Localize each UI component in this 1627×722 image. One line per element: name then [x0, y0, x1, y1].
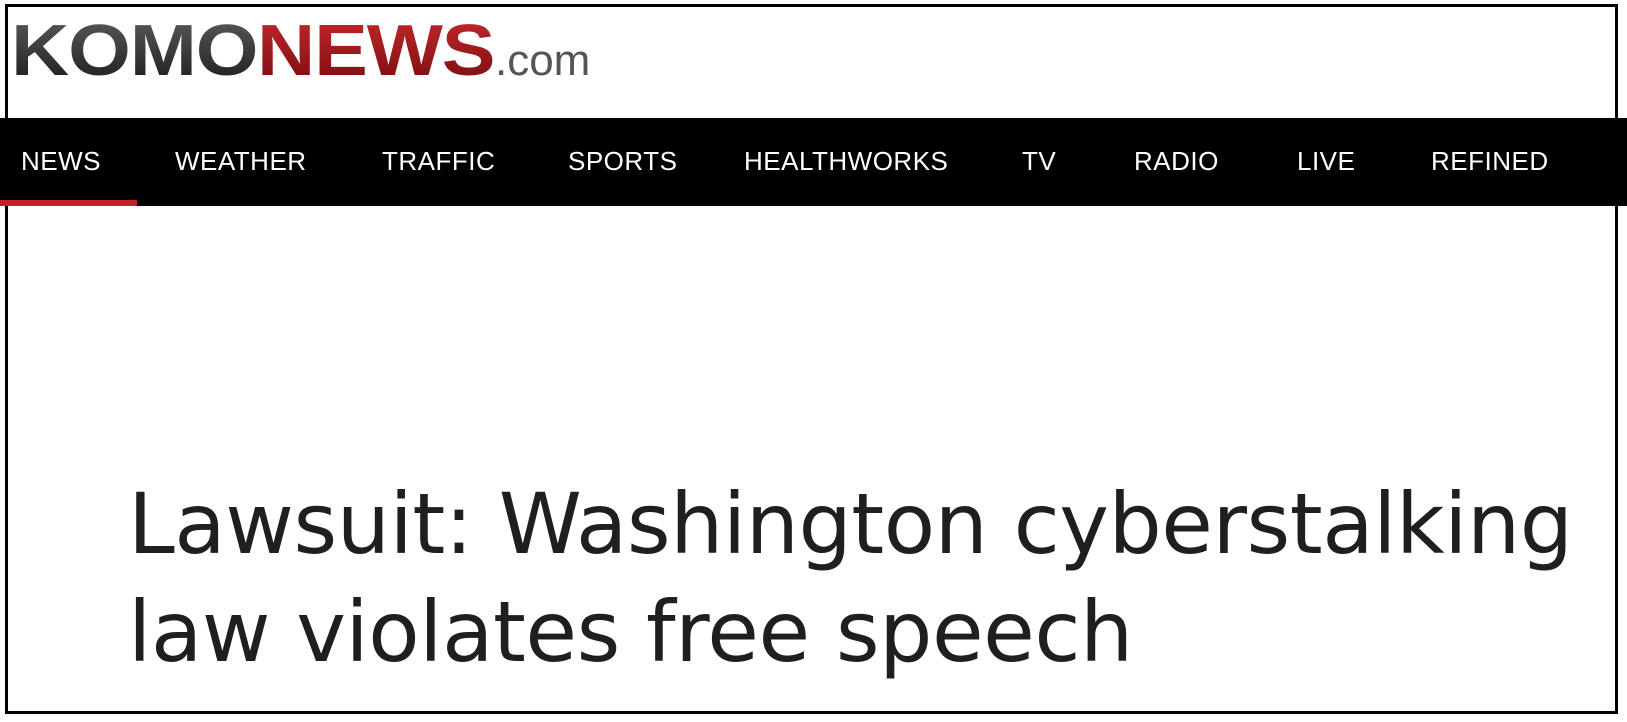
logo-news-text: NEWS	[256, 11, 496, 91]
main-navigation: NEWS WEATHER TRAFFIC SPORTS HEALTHWORKS …	[0, 118, 1627, 206]
site-logo[interactable]: KOMO NEWS .com	[11, 15, 590, 87]
nav-item-refined[interactable]: REFINED	[1431, 118, 1549, 206]
nav-item-tv[interactable]: TV	[1022, 118, 1056, 206]
nav-item-traffic[interactable]: TRAFFIC	[382, 118, 495, 206]
nav-item-sports[interactable]: SPORTS	[568, 118, 677, 206]
logo-komo-text: KOMO	[11, 11, 259, 91]
nav-item-healthworks[interactable]: HEALTHWORKS	[744, 118, 948, 206]
nav-item-live[interactable]: LIVE	[1297, 118, 1355, 206]
nav-item-news[interactable]: NEWS	[21, 118, 101, 206]
nav-item-weather[interactable]: WEATHER	[175, 118, 307, 206]
nav-item-radio[interactable]: RADIO	[1134, 118, 1219, 206]
article-headline: Lawsuit: Washington cyberstalking law vi…	[128, 475, 1573, 681]
active-nav-indicator	[0, 200, 137, 206]
logo-dotcom-text: .com	[494, 36, 591, 85]
